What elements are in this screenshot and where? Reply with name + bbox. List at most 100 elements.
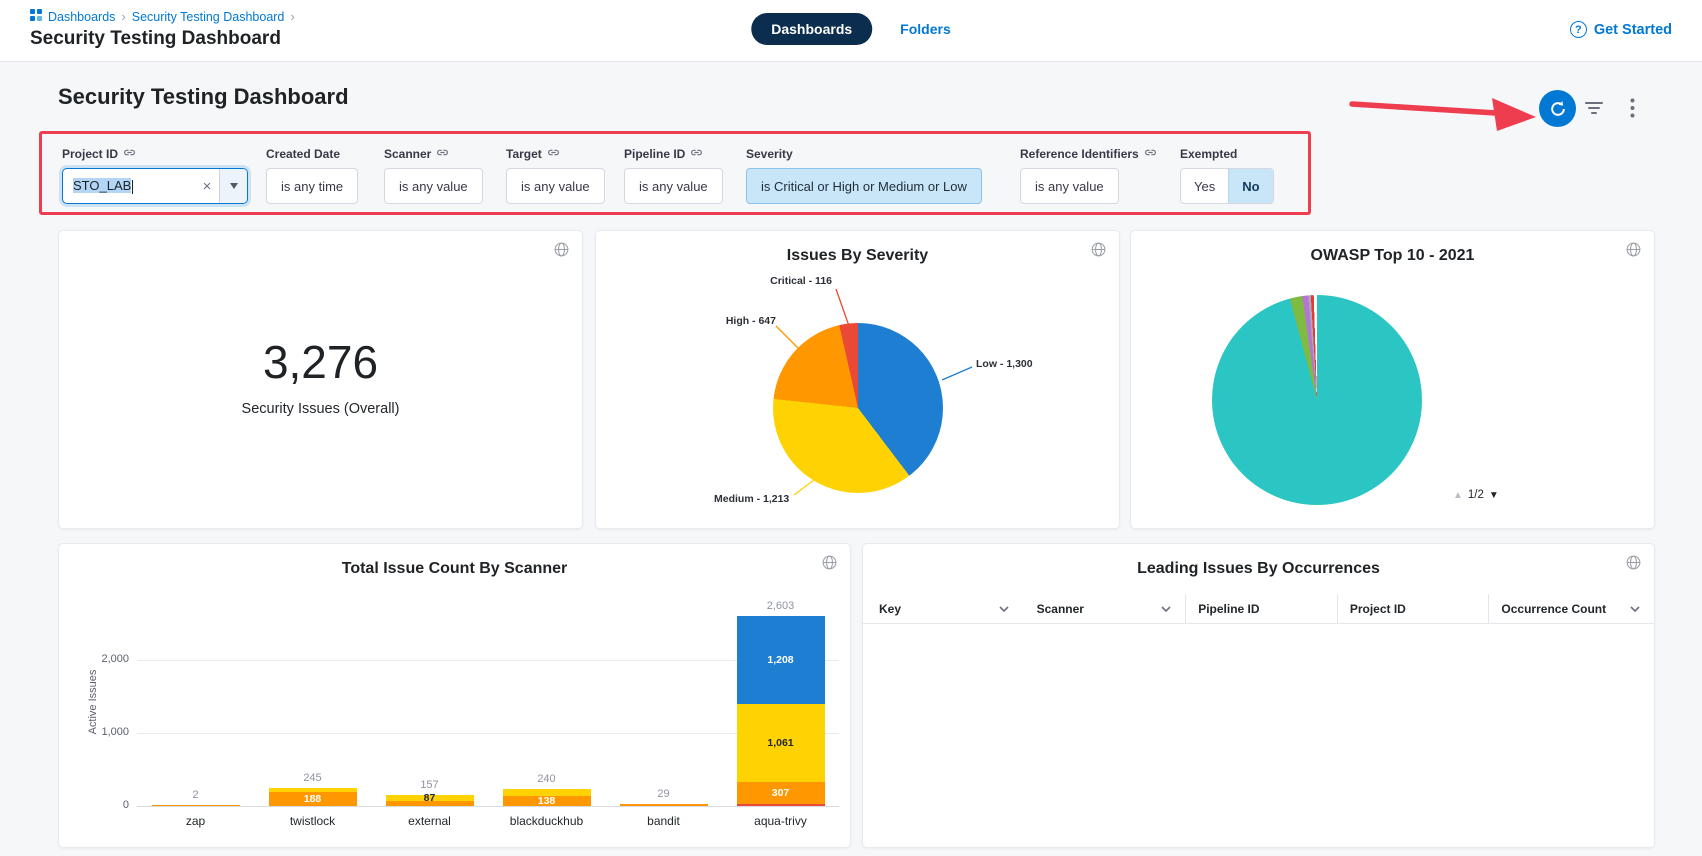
- link-icon: [547, 146, 560, 162]
- dashboard-title: Security Testing Dashboard: [58, 84, 349, 110]
- bar-zap[interactable]: 2: [137, 602, 254, 806]
- breadcrumb-current[interactable]: Security Testing Dashboard: [132, 10, 285, 24]
- bar-chart-categories: zaptwistlockexternalblackduckhubbanditaq…: [137, 814, 839, 828]
- bar-twistlock[interactable]: 245 188: [254, 602, 371, 806]
- bar-category-label: blackduckhub: [488, 814, 605, 828]
- bar-segment-value: 1,061: [767, 738, 793, 749]
- filter-project-id-label: Project ID: [62, 147, 118, 161]
- globe-icon[interactable]: [553, 241, 570, 263]
- get-started-label: Get Started: [1594, 22, 1672, 38]
- sort-chevron-icon[interactable]: [1161, 606, 1171, 612]
- bar-total-label: 2,603: [767, 600, 795, 612]
- bar-segment[interactable]: 307: [737, 782, 825, 804]
- filter-severity: Severity is Critical or High or Medium o…: [746, 146, 982, 204]
- refresh-icon: [1548, 99, 1568, 119]
- created-date-filter-button[interactable]: is any time: [266, 168, 358, 204]
- project-id-value[interactable]: STO_LAB: [73, 178, 195, 194]
- chart-title: OWASP Top 10 - 2021: [1131, 247, 1654, 265]
- pie-label-medium: Medium - 1,213: [714, 493, 789, 505]
- filter-target-label: Target: [506, 147, 542, 161]
- dashboards-grid-icon: [30, 9, 42, 24]
- column-header-occurrence-count[interactable]: Occurrence Count: [1488, 594, 1654, 623]
- link-icon: [436, 146, 449, 162]
- chevron-down-icon: [230, 183, 238, 189]
- bar-external[interactable]: 15787: [371, 602, 488, 806]
- bar-category-label: zap: [137, 814, 254, 828]
- pipeline-id-filter-button[interactable]: is any value: [624, 168, 723, 204]
- severity-filter-button[interactable]: is Critical or High or Medium or Low: [746, 168, 982, 204]
- filter-icon[interactable]: [1584, 100, 1604, 119]
- bar-blackduckhub[interactable]: 240 138: [488, 602, 605, 806]
- filter-pipeline-id: Pipeline ID is any value: [624, 146, 723, 204]
- bar-total-label: 29: [657, 788, 669, 800]
- exempted-no-option[interactable]: No: [1228, 169, 1272, 203]
- bar-segment-value: 188: [304, 794, 322, 805]
- tab-dashboards[interactable]: Dashboards: [751, 13, 872, 45]
- link-icon: [1144, 146, 1157, 162]
- top-header: Dashboards › Security Testing Dashboard …: [0, 0, 1702, 62]
- pie-label-critical: Critical - 116: [716, 275, 832, 287]
- screen: Dashboards › Security Testing Dashboard …: [0, 0, 1702, 856]
- page-indicator: 1/2: [1468, 489, 1484, 501]
- chart-title: Issues By Severity: [596, 247, 1119, 265]
- scanner-filter-button[interactable]: is any value: [384, 168, 483, 204]
- bar-total-label: 240: [537, 773, 555, 785]
- page-title: Security Testing Dashboard: [30, 28, 281, 50]
- y-tick: 2,000: [85, 653, 129, 665]
- bar-segment[interactable]: 138: [503, 796, 591, 806]
- tab-folders[interactable]: Folders: [900, 21, 951, 37]
- page-up-icon[interactable]: ▲: [1453, 490, 1463, 501]
- bar-total-label: 245: [303, 772, 321, 784]
- breadcrumb-separator-icon: ›: [121, 9, 125, 24]
- bar-segment[interactable]: 1,208: [737, 616, 825, 704]
- clear-icon[interactable]: ×: [195, 178, 219, 195]
- bar-category-label: bandit: [605, 814, 722, 828]
- filter-exempted: Exempted Yes No: [1180, 146, 1274, 204]
- bar-segment-value: 1,208: [767, 655, 793, 666]
- get-started-link[interactable]: ? Get Started: [1570, 21, 1672, 38]
- bar-segment[interactable]: [386, 801, 474, 806]
- tile-leading-issues-by-occurrences: Leading Issues By Occurrences Key Scanne…: [862, 543, 1655, 848]
- breadcrumb: Dashboards › Security Testing Dashboard …: [30, 9, 295, 24]
- filter-severity-label: Severity: [746, 147, 793, 161]
- bar-segment-value: 138: [538, 796, 556, 807]
- owasp-pie-chart[interactable]: [1212, 295, 1422, 505]
- y-tick: 1,000: [85, 726, 129, 738]
- bar-total-label: 157: [420, 779, 438, 791]
- target-filter-button[interactable]: is any value: [506, 168, 605, 204]
- column-header-scanner[interactable]: Scanner: [1023, 594, 1186, 623]
- bar-category-label: aqua-trivy: [722, 814, 839, 828]
- exempted-yes-option[interactable]: Yes: [1181, 169, 1228, 203]
- kebab-menu[interactable]: [1630, 98, 1635, 121]
- bar-segment-value: 307: [772, 788, 790, 799]
- column-header-pipeline-id: Pipeline ID: [1185, 594, 1337, 623]
- project-id-combobox[interactable]: STO_LAB ×: [62, 168, 248, 204]
- severity-pie-chart[interactable]: [773, 323, 943, 493]
- bar-segment[interactable]: [152, 805, 240, 806]
- bar-segment[interactable]: [737, 804, 825, 806]
- bar-total-label: 2: [192, 789, 198, 801]
- breadcrumb-dashboards[interactable]: Dashboards: [48, 10, 115, 24]
- sort-chevron-icon[interactable]: [1630, 606, 1640, 612]
- bar-aqua-trivy[interactable]: 2,603 1,208 1,061 307: [722, 602, 839, 806]
- filter-exempted-label: Exempted: [1180, 147, 1237, 161]
- page-down-icon[interactable]: ▼: [1489, 490, 1499, 501]
- filter-project-id: Project ID STO_LAB ×: [62, 146, 248, 204]
- y-tick: 0: [85, 799, 129, 811]
- refresh-button[interactable]: [1539, 90, 1576, 127]
- bar-segment[interactable]: 1,061: [737, 704, 825, 781]
- bar-category-label: twistlock: [254, 814, 371, 828]
- bar-bandit[interactable]: 29: [605, 602, 722, 806]
- sort-chevron-icon[interactable]: [999, 606, 1009, 612]
- pie-label-low: Low - 1,300: [976, 358, 1033, 370]
- filter-reference-identifiers-label: Reference Identifiers: [1020, 147, 1139, 161]
- filter-scanner-label: Scanner: [384, 147, 431, 161]
- filter-target: Target is any value: [506, 146, 605, 204]
- reference-identifiers-filter-button[interactable]: is any value: [1020, 168, 1119, 204]
- help-icon: ?: [1570, 21, 1587, 38]
- bar-segment[interactable]: [620, 804, 708, 806]
- filter-pipeline-id-label: Pipeline ID: [624, 147, 685, 161]
- column-header-key[interactable]: Key: [863, 594, 1023, 623]
- dropdown-toggle[interactable]: [219, 169, 247, 203]
- bar-segment[interactable]: 188: [269, 792, 357, 806]
